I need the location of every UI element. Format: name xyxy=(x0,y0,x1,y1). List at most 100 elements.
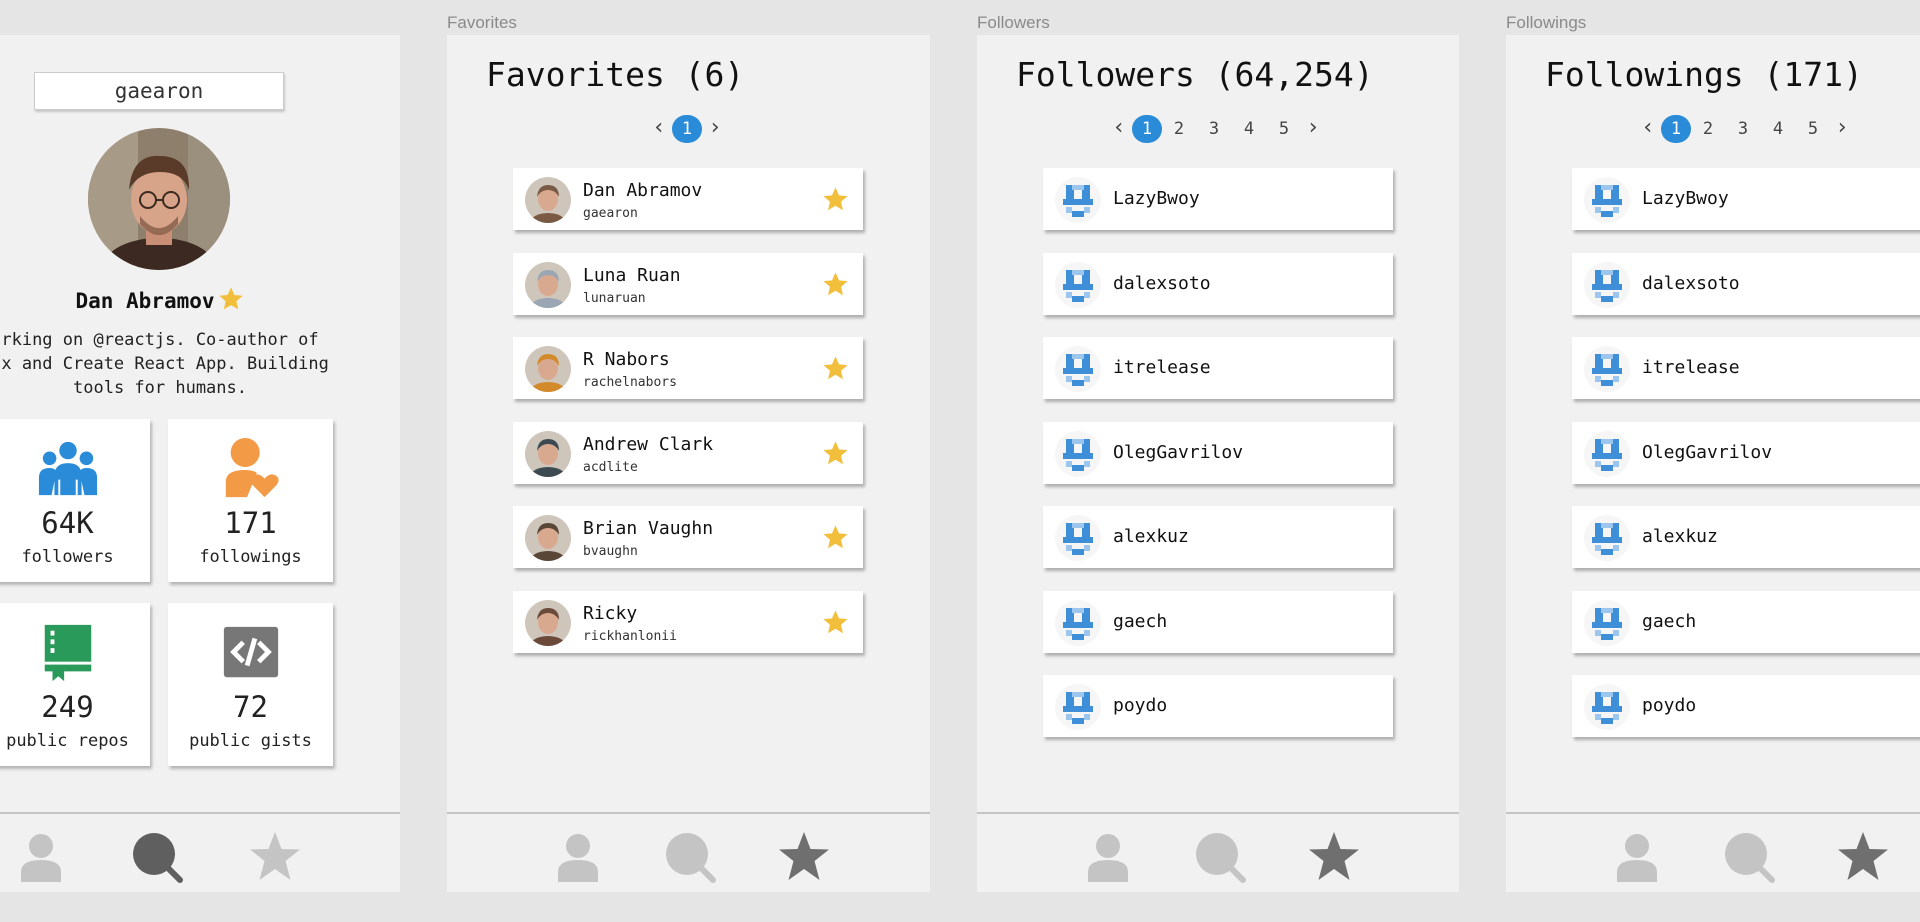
star-icon xyxy=(779,832,829,880)
following-user-card[interactable]: poydo xyxy=(1572,675,1920,737)
star-icon xyxy=(1309,832,1359,880)
nav-search-button[interactable] xyxy=(1722,830,1776,884)
user-name: Luna Ruan xyxy=(583,264,681,286)
nav-search-button[interactable] xyxy=(130,830,184,884)
next-page-button[interactable]: › xyxy=(1306,115,1320,143)
follower-user-card[interactable]: itrelease xyxy=(1043,337,1393,399)
next-page-button[interactable]: › xyxy=(708,115,722,143)
user-login: rachelnabors xyxy=(583,375,677,390)
favorite-user-card[interactable]: R Nabors rachelnabors xyxy=(513,337,863,399)
bottom-nav xyxy=(977,812,1459,892)
nav-favorites-button[interactable] xyxy=(777,830,831,884)
followings-label: followings xyxy=(199,547,302,567)
stat-card-followers[interactable]: 64K followers xyxy=(0,419,150,582)
followers-label: followers xyxy=(21,547,114,567)
prev-page-button[interactable]: ‹ xyxy=(652,115,666,143)
person-icon xyxy=(558,834,598,882)
star-icon[interactable] xyxy=(821,439,850,468)
user-login: LazyBwoy xyxy=(1113,188,1200,209)
follower-user-card[interactable]: OlegGavrilov xyxy=(1043,421,1393,484)
following-user-card[interactable]: itrelease xyxy=(1572,337,1920,399)
user-login: poydo xyxy=(1113,695,1168,716)
favorites-panel: Favorites (6) ‹ 1 › Dan Abramov gaearon Lu… xyxy=(447,35,930,892)
favorite-user-card[interactable]: Andrew Clark acdlite xyxy=(513,421,863,484)
page-1-button[interactable]: 1 xyxy=(672,115,702,143)
star-icon[interactable] xyxy=(821,354,850,383)
repo-book-icon xyxy=(37,621,99,683)
stat-card-followings[interactable]: 171 followings xyxy=(168,419,333,582)
page-2-button[interactable]: 2 xyxy=(1697,115,1719,143)
page-1-button[interactable]: 1 xyxy=(1661,115,1691,143)
user-login: gaech xyxy=(1113,610,1168,632)
identicon-avatar xyxy=(1055,599,1101,646)
page-4-button[interactable]: 4 xyxy=(1767,115,1789,143)
next-page-button[interactable]: › xyxy=(1835,115,1849,143)
star-icon[interactable] xyxy=(821,608,850,637)
identicon-avatar xyxy=(1584,430,1630,477)
followers-title: Followers (64,254) xyxy=(1016,55,1374,94)
person-icon xyxy=(1617,834,1657,882)
nav-favorites-button[interactable] xyxy=(248,830,302,884)
nav-search-button[interactable] xyxy=(1193,830,1247,884)
user-login: OlegGavrilov xyxy=(1113,441,1244,463)
page-1-button[interactable]: 1 xyxy=(1132,115,1162,143)
following-user-card[interactable]: LazyBwoy xyxy=(1572,168,1920,230)
followings-panel: Followings (171) ‹ 1 2 3 4 5 › LazyBwoy d… xyxy=(1506,35,1920,892)
page-3-button[interactable]: 3 xyxy=(1732,115,1754,143)
follower-user-card[interactable]: alexkuz xyxy=(1043,506,1393,568)
nav-favorites-button[interactable] xyxy=(1307,830,1361,884)
username-display[interactable]: gaearon xyxy=(34,72,284,110)
page-4-button[interactable]: 4 xyxy=(1238,115,1260,143)
user-name: Brian Vaughn xyxy=(583,518,714,539)
page-2-button[interactable]: 2 xyxy=(1168,115,1190,143)
user-login: dalexsoto xyxy=(1113,272,1211,294)
nav-profile-button[interactable] xyxy=(551,830,605,884)
nav-favorites-button[interactable] xyxy=(1836,830,1890,884)
follower-user-card[interactable]: gaech xyxy=(1043,590,1393,653)
prev-page-button[interactable]: ‹ xyxy=(1112,115,1126,143)
page-5-button[interactable]: 5 xyxy=(1802,115,1824,143)
bottom-nav xyxy=(447,812,930,892)
favorite-user-card[interactable]: Luna Ruan lunaruan xyxy=(513,252,863,315)
user-login: alexkuz xyxy=(1113,526,1189,547)
favorite-user-card[interactable]: Brian Vaughn bvaughn xyxy=(513,506,863,568)
public-gists-label: public gists xyxy=(189,731,312,751)
profile-panel: gaearon Dan Abramov rking on @reactjs. C… xyxy=(0,35,400,892)
favorite-user-card[interactable]: Ricky rickhanlonii xyxy=(513,590,863,653)
identicon-avatar xyxy=(1584,515,1630,561)
person-icon xyxy=(21,834,61,882)
following-user-card[interactable]: gaech xyxy=(1572,590,1920,653)
follower-user-card[interactable]: poydo xyxy=(1043,675,1393,737)
identicon-avatar xyxy=(1584,177,1630,223)
user-login: bvaughn xyxy=(583,544,638,559)
page-3-button[interactable]: 3 xyxy=(1203,115,1225,143)
nav-search-button[interactable] xyxy=(663,830,717,884)
follower-user-card[interactable]: dalexsoto xyxy=(1043,252,1393,315)
star-icon[interactable] xyxy=(821,270,850,299)
following-user-card[interactable]: alexkuz xyxy=(1572,506,1920,568)
following-user-card[interactable]: dalexsoto xyxy=(1572,252,1920,315)
prev-page-button[interactable]: ‹ xyxy=(1641,115,1655,143)
page-5-button[interactable]: 5 xyxy=(1273,115,1295,143)
public-gists-count: 72 xyxy=(233,690,268,724)
identicon-avatar xyxy=(1055,177,1101,223)
frame-label-favorites: Favorites xyxy=(447,13,517,32)
followings-title: Followings (171) xyxy=(1545,55,1863,94)
favorites-title: Favorites (6) xyxy=(486,55,745,94)
favorite-user-card[interactable]: Dan Abramov gaearon xyxy=(513,168,863,230)
stat-card-public-gists[interactable]: 72 public gists xyxy=(168,603,333,766)
star-icon[interactable] xyxy=(821,523,850,552)
nav-profile-button[interactable] xyxy=(1610,830,1664,884)
bio-line: ux and Create React App. Building xyxy=(0,354,329,374)
public-repos-label: public repos xyxy=(6,731,129,751)
bottom-nav xyxy=(1506,812,1920,892)
follower-user-card[interactable]: LazyBwoy xyxy=(1043,168,1393,230)
nav-profile-button[interactable] xyxy=(14,830,68,884)
identicon-avatar xyxy=(1584,346,1630,392)
stat-card-public-repos[interactable]: 249 public repos xyxy=(0,603,150,766)
following-user-card[interactable]: OlegGavrilov xyxy=(1572,421,1920,484)
star-icon[interactable] xyxy=(821,185,850,214)
user-name: Andrew Clark xyxy=(583,433,714,455)
nav-profile-button[interactable] xyxy=(1081,830,1135,884)
profile-bio: rking on @reactjs. Co-author of ux and C… xyxy=(0,328,360,400)
